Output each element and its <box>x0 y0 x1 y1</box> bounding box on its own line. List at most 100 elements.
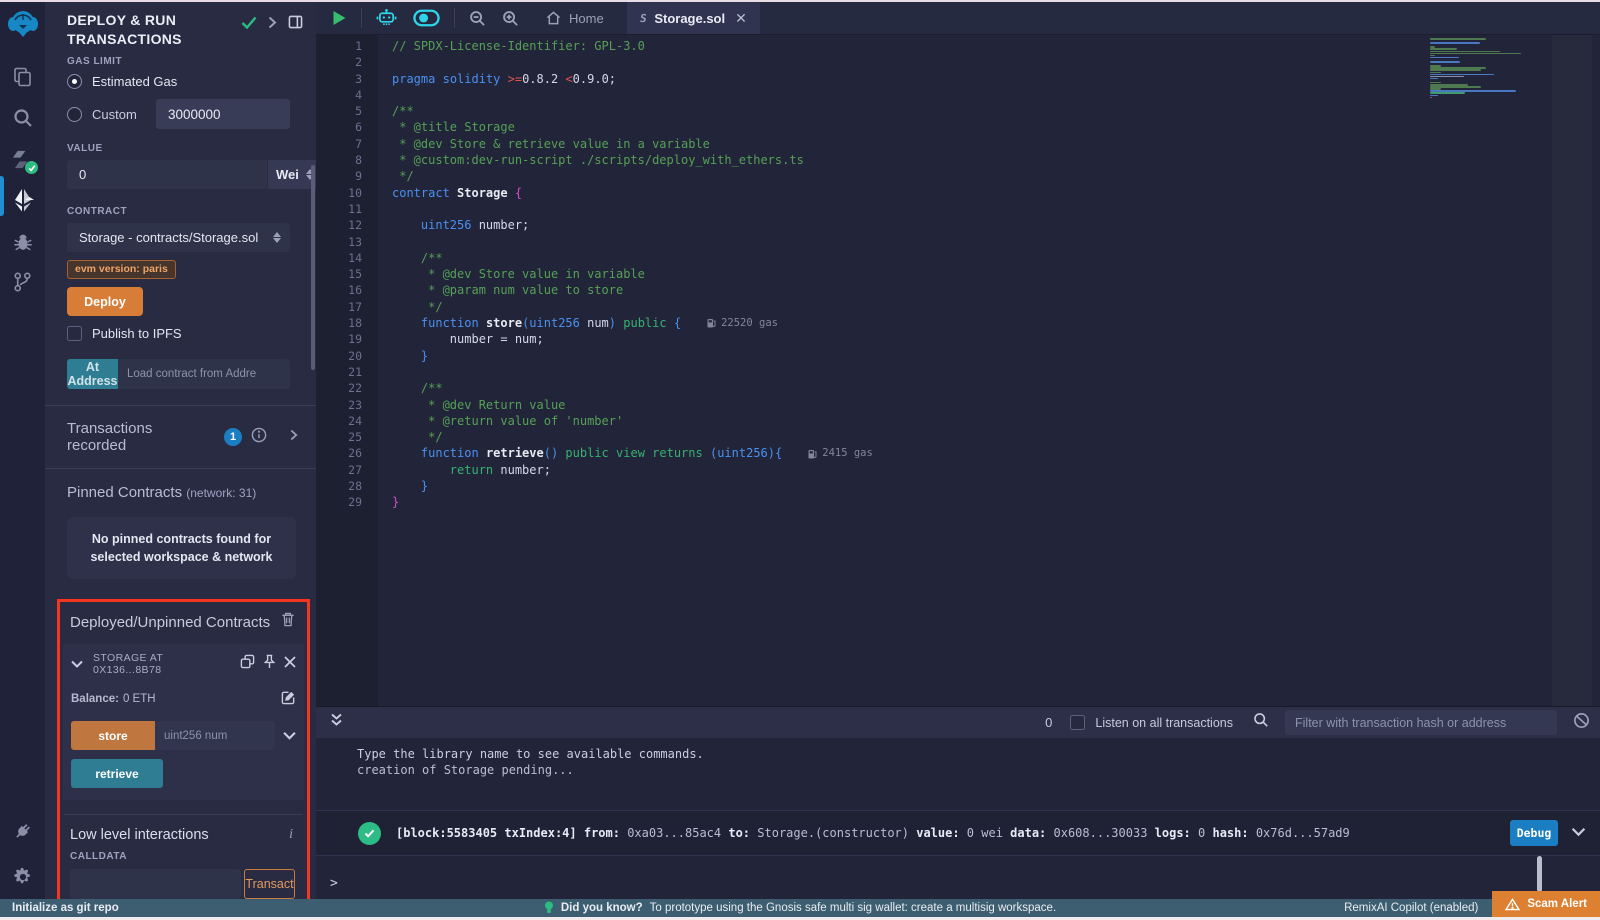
tab-close-icon[interactable]: ✕ <box>735 10 747 27</box>
value-label: VALUE <box>67 143 316 154</box>
panel-forward-icon[interactable] <box>268 16 277 34</box>
line-number: 28 <box>316 478 378 494</box>
clear-deployed-trash-icon[interactable] <box>281 612 295 632</box>
line-number: 10 <box>316 185 378 201</box>
tab-storage-sol[interactable]: S Storage.sol ✕ <box>627 2 760 34</box>
store-function-button[interactable]: store <box>71 721 155 750</box>
value-unit-text: Wei <box>276 167 299 182</box>
debugger-icon[interactable] <box>0 225 45 259</box>
transactions-recorded-row[interactable]: Transactions recorded 1 <box>45 406 316 468</box>
listen-all-checkbox[interactable] <box>1070 715 1085 730</box>
terminal-body[interactable]: Type the library name to see available c… <box>316 738 1600 899</box>
line-number: 20 <box>316 348 378 364</box>
minimap-line <box>1430 92 1465 94</box>
git-init-status[interactable]: Initialize as git repo <box>12 902 119 914</box>
line-number: 29 <box>316 494 378 510</box>
code-line: pragma solidity >=0.8.2 <0.9.0; <box>392 71 1600 87</box>
code-line: * @dev Return value <box>392 397 1600 413</box>
gas-estimate-annotation: 22520 gas <box>707 315 778 331</box>
minimap[interactable] <box>1430 38 1548 99</box>
transact-button[interactable]: Transact <box>244 869 295 899</box>
line-number: 11 <box>316 201 378 217</box>
terminal-scrollbar[interactable] <box>1537 856 1542 892</box>
zoom-out-icon[interactable] <box>461 2 494 34</box>
custom-gas-input[interactable] <box>156 99 290 129</box>
at-address-button[interactable]: At Address <box>67 359 118 389</box>
code-line: uint256 number; <box>392 217 1600 233</box>
minimap-line <box>1430 95 1438 97</box>
copy-address-icon[interactable] <box>240 654 255 674</box>
solidity-compiler-icon[interactable] <box>0 142 45 176</box>
line-number: 23 <box>316 397 378 413</box>
zoom-in-icon[interactable] <box>494 2 527 34</box>
icon-rail <box>0 2 45 902</box>
line-number: 25 <box>316 429 378 445</box>
window-top-edge <box>0 0 1600 2</box>
plugin-manager-icon[interactable] <box>0 814 45 848</box>
run-script-play-icon[interactable] <box>324 2 355 34</box>
minimap-line <box>1430 42 1480 44</box>
calldata-input[interactable] <box>70 869 241 899</box>
code-editor[interactable]: 1234567891011121314151617181920212223242… <box>316 35 1600 706</box>
contract-instance-name: STORAGE AT 0X136...8B78 <box>93 652 232 676</box>
expand-log-icon[interactable] <box>1571 826 1586 840</box>
code-line: number = num; <box>392 331 1600 347</box>
custom-gas-radio[interactable] <box>67 107 82 122</box>
publish-ipfs-checkbox[interactable] <box>67 326 82 341</box>
git-icon[interactable] <box>0 265 45 299</box>
deploy-button[interactable]: Deploy <box>67 287 143 316</box>
code-line: function store(uint256 num) public {2252… <box>392 315 1600 331</box>
line-number: 24 <box>316 413 378 429</box>
transaction-log-text: [block:5583405 txIndex:4] from: 0xa03...… <box>396 826 1350 840</box>
code-line: * @title Storage <box>392 119 1600 135</box>
retrieve-function-button[interactable]: retrieve <box>71 759 163 788</box>
scam-alert-button[interactable]: Scam Alert <box>1492 891 1600 917</box>
estimated-gas-radio[interactable] <box>67 74 82 89</box>
scam-alert-label: Scam Alert <box>1527 898 1587 910</box>
file-explorer-icon[interactable] <box>0 60 45 94</box>
search-plugin-icon[interactable] <box>0 101 45 135</box>
minimap-line <box>1430 72 1441 74</box>
contract-select[interactable]: Storage - contracts/Storage.sol <box>67 223 290 252</box>
low-level-info-icon[interactable]: i <box>289 827 293 843</box>
debug-button[interactable]: Debug <box>1510 820 1558 846</box>
remix-logo-icon[interactable] <box>0 2 45 46</box>
value-unit-select[interactable]: Wei <box>268 160 316 189</box>
pin-panel-icon[interactable] <box>288 15 303 34</box>
contract-collapse-icon[interactable] <box>71 655 83 673</box>
code-line <box>392 364 1600 380</box>
minimap-line <box>1430 57 1459 59</box>
divider <box>45 468 316 469</box>
tab-home[interactable]: Home <box>533 2 617 34</box>
line-number: 18 <box>316 315 378 331</box>
transactions-info-icon[interactable] <box>251 427 267 448</box>
transaction-log-row[interactable]: [block:5583405 txIndex:4] from: 0xa03...… <box>316 810 1600 856</box>
deploy-run-icon[interactable] <box>0 184 45 218</box>
store-arg-input[interactable] <box>155 721 275 750</box>
calldata-label: CALLDATA <box>70 851 307 862</box>
copilot-toggle-icon[interactable] <box>405 2 448 34</box>
pin-contract-icon[interactable] <box>263 654 276 674</box>
edit-balance-icon[interactable] <box>281 690 296 708</box>
terminal-filter-input[interactable] <box>1285 710 1557 735</box>
code-line: * @dev Store value in variable <box>392 266 1600 282</box>
editor-area: Home S Storage.sol ✕ 1234567891011121314… <box>316 2 1600 706</box>
solidity-file-icon: S <box>639 12 647 25</box>
contract-updown-icon <box>273 232 281 243</box>
settings-gear-icon[interactable] <box>0 860 45 894</box>
ai-copilot-robot-icon[interactable] <box>368 2 405 34</box>
warning-icon <box>1505 898 1520 911</box>
clear-console-icon[interactable] <box>1573 712 1590 734</box>
remove-contract-icon[interactable] <box>284 655 296 673</box>
code-line: * @custom:dev-run-script ./scripts/deplo… <box>392 152 1600 168</box>
copilot-status[interactable]: RemixAI Copilot (enabled) <box>1344 902 1478 914</box>
value-input[interactable] <box>67 160 267 189</box>
at-address-input[interactable] <box>118 359 290 389</box>
transactions-expand-icon[interactable] <box>290 428 298 446</box>
editor-scrollbar-track[interactable] <box>1552 35 1592 706</box>
terminal-collapse-icon[interactable] <box>330 713 343 732</box>
terminal-search-icon[interactable] <box>1253 712 1269 733</box>
expand-args-icon[interactable] <box>283 727 296 745</box>
panel-scrollbar[interactable] <box>311 165 315 370</box>
terminal-prompt[interactable]: > <box>330 876 338 891</box>
